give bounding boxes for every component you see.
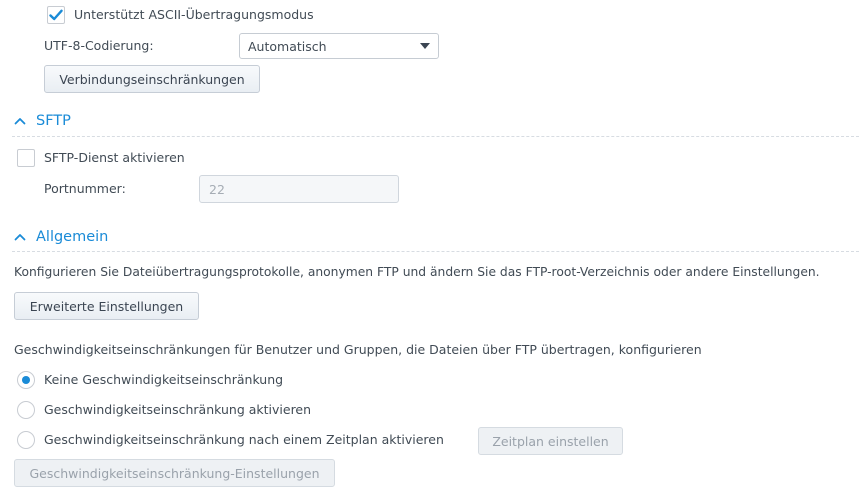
general-description: Konfigurieren Sie Dateiübertragungsproto… [14, 265, 820, 279]
general-section-title: Allgemein [36, 229, 109, 245]
port-label: Portnummer: [44, 181, 126, 196]
sftp-section-toggle[interactable]: SFTP [14, 113, 71, 129]
general-divider [12, 251, 859, 252]
radio-schedule-speed-limit-label: Geschwindigkeitseinschränkung nach einem… [44, 432, 444, 447]
utf8-select-value: Automatisch [248, 38, 327, 54]
port-input-value: 22 [209, 181, 225, 197]
radio-no-speed-limit-label: Keine Geschwindigkeitseinschränkung [44, 372, 284, 387]
radio-enable-speed-limit-label: Geschwindigkeitseinschränkung aktivieren [44, 402, 312, 417]
advanced-settings-button[interactable]: Erweiterte Einstellungen [14, 292, 199, 320]
chevron-up-icon [14, 118, 26, 125]
radio-no-speed-limit[interactable] [17, 371, 35, 389]
port-input[interactable]: 22 [199, 175, 399, 203]
utf8-label: UTF-8-Codierung: [44, 38, 154, 53]
checkmark-icon [49, 9, 63, 21]
sftp-enable-checkbox[interactable] [17, 149, 35, 167]
chevron-down-icon [420, 43, 430, 49]
general-section-toggle[interactable]: Allgemein [14, 229, 108, 245]
connection-limits-button[interactable]: Verbindungseinschränkungen [44, 65, 260, 93]
utf8-select[interactable]: Automatisch [239, 33, 439, 59]
sftp-enable-label: SFTP-Dienst aktivieren [44, 150, 185, 165]
speed-limit-settings-button[interactable]: Geschwindigkeitseinschränkung-Einstellun… [14, 459, 335, 487]
ascii-mode-label: Unterstützt ASCII-Übertragungsmodus [74, 7, 314, 22]
radio-enable-speed-limit[interactable] [17, 401, 35, 419]
sftp-section-title: SFTP [36, 113, 71, 129]
sftp-divider [12, 136, 859, 137]
radio-schedule-speed-limit[interactable] [17, 431, 35, 449]
set-schedule-button[interactable]: Zeitplan einstellen [478, 427, 623, 455]
speed-limit-description: Geschwindigkeitseinschränkungen für Benu… [14, 342, 702, 357]
chevron-up-icon [14, 234, 26, 241]
radio-selected-dot [22, 376, 30, 384]
ascii-mode-checkbox[interactable] [47, 6, 65, 24]
